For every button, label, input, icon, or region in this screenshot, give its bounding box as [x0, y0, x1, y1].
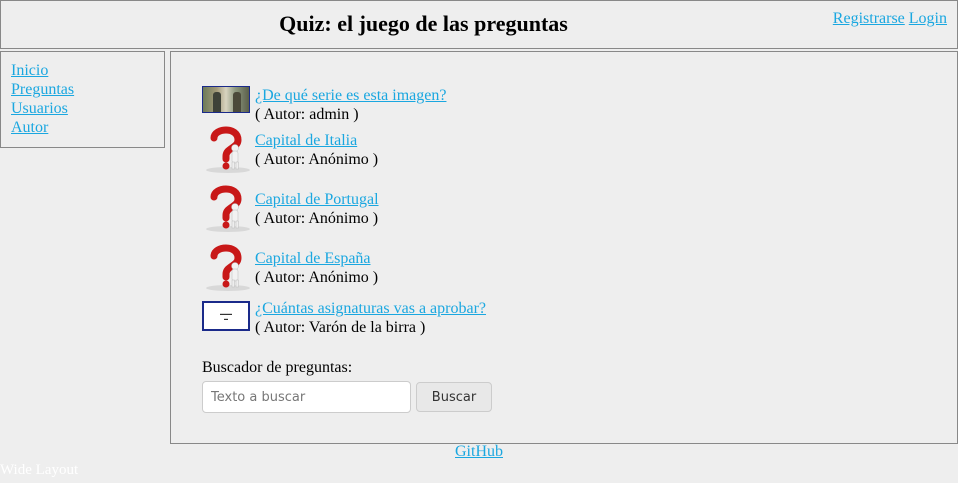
question-author: ( Autor: Anónimo ) — [255, 151, 379, 168]
github-link[interactable]: GitHub — [455, 443, 503, 460]
auth-links: Registrarse Login — [833, 10, 947, 28]
question-link[interactable]: Capital de España — [255, 250, 371, 267]
sidebar-item-autor[interactable]: Autor — [11, 119, 48, 136]
question-link[interactable]: ¿De qué serie es esta imagen? — [255, 87, 446, 104]
photo-thumbnail — [202, 86, 250, 113]
wide-layout-toggle[interactable]: Wide Layout — [0, 462, 78, 479]
main-content: ¿De qué serie es esta imagen? ( Autor: a… — [170, 51, 958, 444]
question-author: ( Autor: Anónimo ) — [255, 210, 379, 227]
sidebar-item-inicio[interactable]: Inicio — [11, 62, 48, 79]
page-title: Quiz: el juego de las preguntas — [279, 11, 568, 36]
sidebar-nav: Inicio Preguntas Usuarios Autor — [0, 51, 165, 148]
question-link[interactable]: ¿Cuántas asignaturas vas a aprobar? — [255, 300, 486, 317]
question-author: ( Autor: admin ) — [255, 106, 359, 123]
question-author: ( Autor: Anónimo ) — [255, 269, 379, 286]
board-thumbnail: ▬▬▬ ▬ — [202, 301, 250, 331]
page-header: Quiz: el juego de las preguntas Registra… — [0, 0, 958, 49]
question-author: ( Autor: Varón de la birra ) — [255, 319, 426, 336]
register-link[interactable]: Registrarse — [833, 10, 905, 27]
search-label: Buscador de preguntas: — [202, 359, 353, 376]
sidebar-item-preguntas[interactable]: Preguntas — [11, 81, 74, 98]
search-button[interactable]: Buscar — [416, 382, 492, 412]
question-mark-icon — [202, 244, 254, 297]
search-input[interactable] — [202, 381, 411, 413]
login-link[interactable]: Login — [909, 10, 947, 27]
footer: GitHub — [0, 443, 958, 461]
question-link[interactable]: Capital de Portugal — [255, 191, 379, 208]
question-mark-icon — [202, 126, 254, 179]
question-mark-icon — [202, 185, 254, 238]
question-link[interactable]: Capital de Italia — [255, 132, 357, 149]
sidebar-item-usuarios[interactable]: Usuarios — [11, 100, 68, 117]
